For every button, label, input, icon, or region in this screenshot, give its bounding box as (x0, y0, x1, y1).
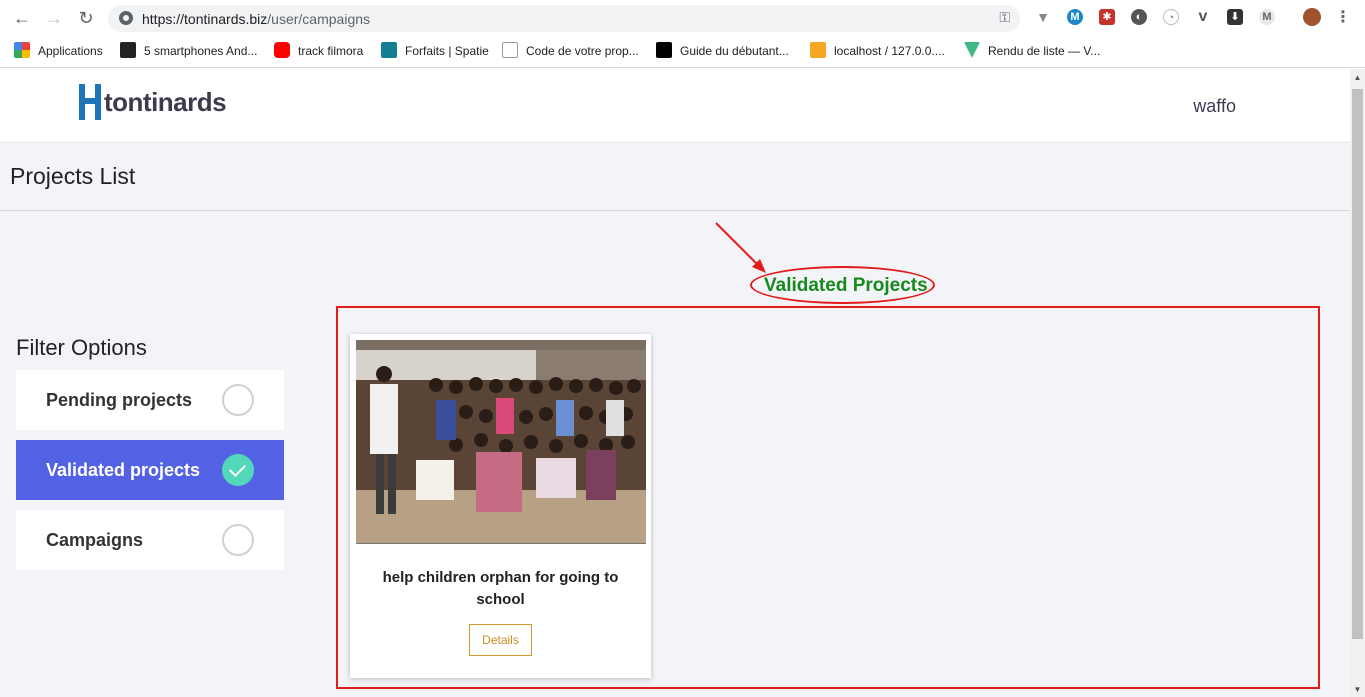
page-scrollbar[interactable]: ▲ ▼ (1350, 69, 1365, 697)
jl-icon (502, 42, 518, 58)
filter-label: Campaigns (46, 530, 144, 550)
page-title: Projects List (10, 163, 136, 189)
apps-grid-icon (14, 42, 30, 58)
project-card: help children orphan for going to school… (350, 334, 651, 678)
title-bar: Projects List (0, 143, 1350, 211)
timer-icon[interactable]: ◔ (1163, 9, 1179, 25)
medium-icon (656, 42, 672, 58)
youtube-icon (274, 42, 290, 58)
filter-validated-projects[interactable]: Validated projects (16, 440, 284, 500)
project-name: help children orphan for going to school (382, 569, 619, 608)
web-page: tontinards waffo Projects List Validated… (0, 69, 1350, 697)
puzzle-icon[interactable]: ✱ (1099, 9, 1115, 25)
radio-circle-icon (222, 524, 254, 556)
download-icon[interactable]: ⬇ (1227, 9, 1243, 25)
logo-h-icon (79, 84, 101, 120)
bookmark-label: localhost / 127.0.0.... (834, 44, 945, 58)
browser-menu-icon[interactable]: ⋮ (1335, 8, 1351, 28)
bookmark-label: Forfaits | Spatie (405, 44, 489, 58)
vimeo-icon[interactable]: v (1195, 9, 1211, 25)
site-header: tontinards waffo (0, 69, 1350, 143)
bookmark-label: Code de votre prop... (526, 44, 639, 58)
url-host: https://tontinards.biz (142, 11, 268, 27)
spatie-icon (381, 42, 397, 58)
bookmark-label: 5 smartphones And... (144, 44, 258, 58)
bookmark-label: Guide du débutant... (680, 44, 789, 58)
m2-icon[interactable]: M (1259, 9, 1275, 25)
bookmark-spatie[interactable]: Forfaits | Spatie (381, 42, 489, 62)
bookmark-label: Applications (38, 44, 103, 58)
scrollbar-thumb[interactable] (1352, 89, 1363, 639)
m-icon[interactable]: M (1067, 9, 1083, 25)
bookmark-guide[interactable]: Guide du débutant... (656, 42, 789, 62)
filter-title: Filter Options (16, 335, 147, 360)
bookmarks-bar: Applications 5 smartphones And... track … (0, 36, 1365, 68)
section-title: Validated Projects (764, 275, 928, 296)
bookmark-rendu[interactable]: Rendu de liste — V... (964, 42, 1100, 62)
user-menu[interactable]: waffo (1193, 96, 1236, 117)
vivaldi-icon[interactable]: ▼ (1035, 9, 1051, 25)
profile-avatar[interactable] (1303, 8, 1321, 26)
forward-icon[interactable]: → (44, 8, 64, 28)
bookmark-localhost[interactable]: localhost / 127.0.0.... (810, 42, 945, 62)
bookmark-track-filmora[interactable]: track filmora (274, 42, 363, 62)
pma-icon (810, 42, 826, 58)
bookmark-applications[interactable]: Applications (14, 42, 103, 62)
url-text[interactable]: https://tontinards.biz/user/campaigns (142, 11, 370, 27)
back-icon[interactable]: ← (12, 8, 32, 28)
bookmark-code-prop[interactable]: Code de votre prop... (502, 42, 639, 62)
url-path: /user/campaigns (267, 11, 371, 27)
details-button[interactable]: Details (469, 624, 532, 656)
radio-circle-icon (222, 384, 254, 416)
bookmark-label: track filmora (298, 44, 364, 58)
key-icon[interactable]: ⚿ (999, 9, 1010, 26)
annotation-arrow (715, 222, 766, 273)
address-bar[interactable]: https://tontinards.biz/user/campaigns ⚿ (108, 5, 1020, 32)
filter-pending-projects[interactable]: Pending projects (16, 370, 284, 430)
vue-icon (964, 42, 980, 58)
bookmark-label: Rendu de liste — V... (988, 44, 1101, 58)
checkmark-icon (222, 454, 254, 486)
bookmark-smartphones[interactable]: 5 smartphones And... (120, 42, 257, 62)
filter-campaigns[interactable]: Campaigns (16, 510, 284, 570)
filter-label: Pending projects (46, 390, 193, 410)
project-photo (356, 340, 646, 544)
site-info-icon[interactable] (119, 11, 133, 25)
scroll-up-icon[interactable]: ▲ (1350, 71, 1365, 85)
group-photo-image (356, 340, 646, 543)
bookmark-favicon-icon (120, 42, 136, 58)
browser-toolbar: ← → ↻ https://tontinards.biz/user/campai… (0, 0, 1365, 36)
filter-label: Validated projects (46, 460, 201, 480)
logo-text: tontinards (104, 87, 227, 117)
scroll-down-icon[interactable]: ▼ (1350, 683, 1365, 697)
reload-icon[interactable]: ↻ (76, 8, 96, 28)
circle-icon[interactable]: ◐ (1131, 9, 1147, 25)
